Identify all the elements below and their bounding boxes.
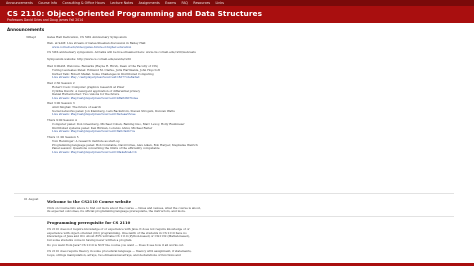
post-line: but some students come in having never w… <box>47 237 133 242</box>
post-date: 30Sept <box>26 35 37 39</box>
post-line: its expected outcomes, its official prog… <box>47 209 186 213</box>
livestream-link[interactable]: www.cornell.edu/video/gates-future-of-hi… <box>52 45 131 49</box>
nav-course-info[interactable]: Course Info <box>38 1 57 5</box>
post-divider <box>14 216 454 217</box>
nav-resources[interactable]: Resources <box>193 1 210 5</box>
nav-links[interactable]: Links <box>216 1 224 5</box>
livestream-link[interactable]: Live stream: Play/cast/playerpress?sourc… <box>52 96 138 100</box>
livestream-link[interactable]: Live stream: Play / cast/playerpress?sou… <box>52 75 139 79</box>
post-line: CS 50th anniversary symposium. All talks… <box>47 50 196 54</box>
page-title: CS 2110: Object-Oriented Programming and… <box>7 8 263 18</box>
livestream-link[interactable]: Live stream: Play/cast/playerpress?sourc… <box>52 150 137 154</box>
symposium-link[interactable]: Symposium website: http://www.cs.cornell… <box>47 57 131 61</box>
nav-consulting-office-hours[interactable]: Consulting & Office Hours <box>62 1 105 5</box>
nav-assignments[interactable]: Assignments <box>139 1 160 5</box>
post-line: Do you want from Java? CS 2110 is NOT th… <box>47 243 185 247</box>
post-line: Gates Hall Dedication, CS 50th Anniversa… <box>47 35 127 39</box>
prereq-heading: Programming prerequisite for CS 2110 <box>47 220 131 225</box>
livestream-link[interactable]: Live stream: Play/cast/playerpress?sourc… <box>52 112 136 116</box>
site-header: CS 2110: Object-Oriented Programming and… <box>0 6 474 23</box>
nav-lecture-notes[interactable]: Lecture Notes <box>110 1 133 5</box>
nav-exams[interactable]: Exams <box>165 1 176 5</box>
post-divider <box>14 193 454 194</box>
nav-announcements[interactable]: Announcements <box>6 1 33 5</box>
nav-faq[interactable]: FAQ <box>182 1 188 5</box>
post-line: loops, strings manipulation, arrays, two… <box>47 252 181 257</box>
post-date: 01 August <box>24 197 39 201</box>
instructors-subtitle: Professors David Gries and Doug James Fa… <box>7 18 84 23</box>
announcements-heading: Announcements <box>7 27 45 32</box>
welcome-heading: Welcome to the CS2110 Course website <box>47 199 132 204</box>
livestream-link[interactable]: Live stream: Play/cast/playerpress?sourc… <box>52 129 135 133</box>
